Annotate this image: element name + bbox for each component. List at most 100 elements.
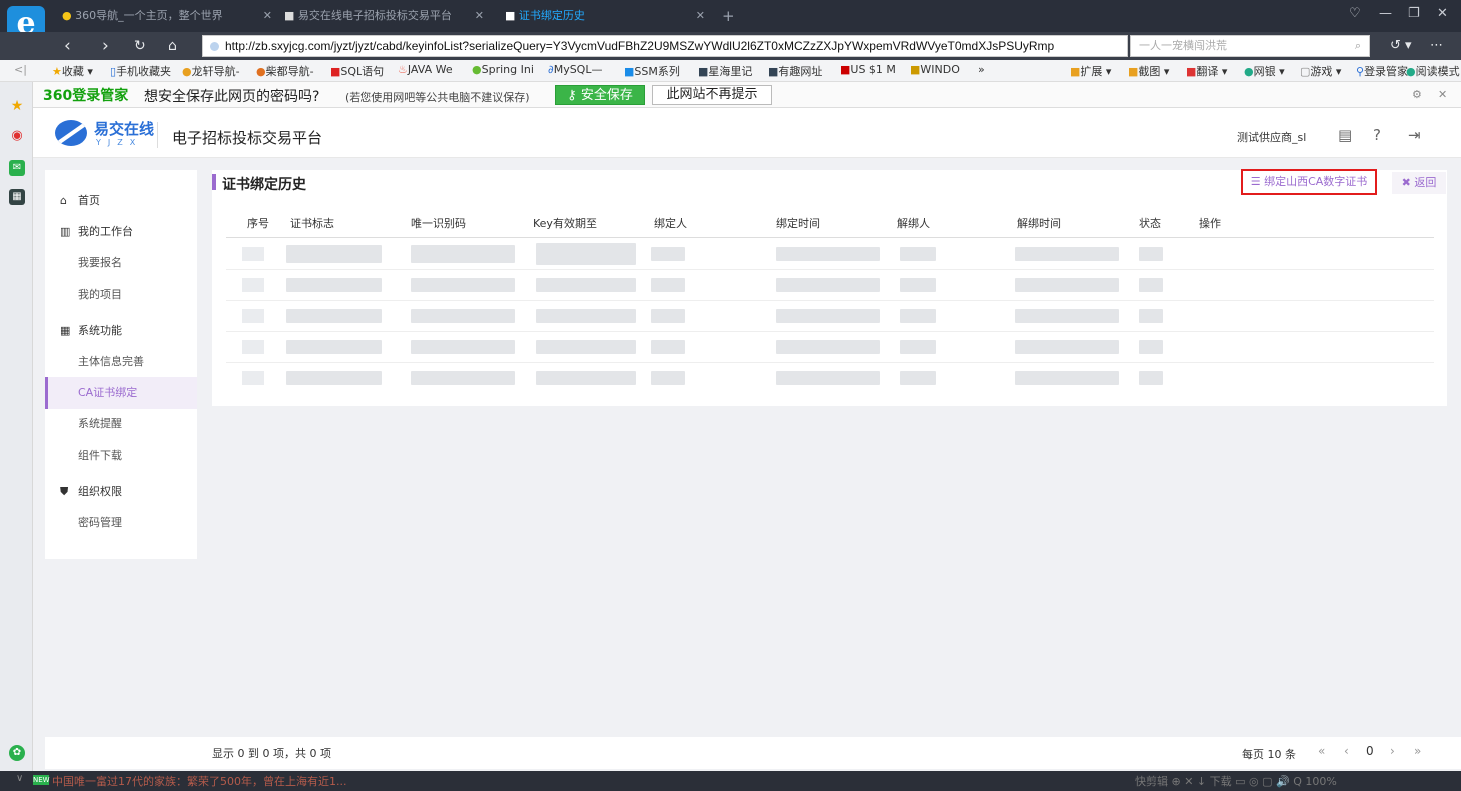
refresh-icon[interactable]: ↻ (134, 36, 146, 56)
sidebar-item-label: 首页 (78, 194, 100, 207)
toolbar-reading-mode[interactable]: ●阅读模式 (1406, 63, 1460, 79)
user-name[interactable]: 测试供应商_sl (1237, 129, 1306, 145)
col-unbind-time[interactable]: 解绑时间 (1017, 215, 1061, 231)
sidebar-section-workbench[interactable]: ▥ 我的工作台 (45, 216, 197, 248)
back-button[interactable]: ✖ 返回 (1392, 172, 1446, 194)
redacted-cell (900, 371, 936, 385)
bookmark-chaidu[interactable]: ●柴都导航- (256, 63, 314, 79)
sidebar-item-reminders[interactable]: 系统提醒 (45, 408, 197, 440)
close-window-icon[interactable]: ✕ (1437, 6, 1448, 21)
col-cert-flag[interactable]: 证书标志 (290, 215, 334, 231)
sidebar-item-entity-info[interactable]: 主体信息完善 (45, 346, 197, 378)
col-unbinder[interactable]: 解绑人 (897, 215, 930, 231)
sidebar-item-ca-binding[interactable]: CA证书绑定 (45, 377, 197, 409)
bookmark-sql[interactable]: ■SQL语句 (330, 63, 384, 79)
table-row (226, 332, 1434, 362)
toolbar-bank[interactable]: ●网银 ▾ (1244, 63, 1285, 79)
sidebar-item-label: 我的项目 (78, 288, 122, 301)
bookmark-label: 柴都导航- (265, 65, 314, 78)
bookmark-java[interactable]: ♨JAVA We (398, 63, 453, 76)
bookmark-mobile[interactable]: ▯手机收藏夹 (110, 63, 171, 79)
new-tab-icon[interactable]: + (722, 5, 735, 27)
sidebar-item-home[interactable]: ⌂ 首页 (45, 185, 197, 217)
status-tools[interactable]: 快剪辑 ⊕ ✕ ↓ 下载 ▭ ◎ ▢ 🔊 Q 100% (1135, 773, 1337, 789)
bookmark-xinghai[interactable]: ■星海里记 (698, 63, 752, 79)
col-index[interactable]: 序号 (247, 215, 269, 231)
col-key-expiry[interactable]: Key有效期至 (533, 215, 597, 231)
last-page-icon[interactable]: » (1414, 744, 1421, 758)
tab-favicon-icon: ■ (505, 9, 516, 22)
save-password-button[interactable]: ⚷ 安全保存 (555, 85, 645, 105)
back-icon[interactable]: ‹ (64, 36, 71, 56)
bind-ca-cert-button[interactable]: ☰ 绑定山西CA数字证书 (1241, 169, 1377, 195)
maximize-icon[interactable]: ❐ (1408, 6, 1420, 21)
search-input[interactable]: 一人一宠横闯洪荒 ⌕ (1130, 35, 1370, 57)
col-binder[interactable]: 绑定人 (654, 215, 687, 231)
bookmark-longxuan[interactable]: ●龙轩导航- (182, 63, 240, 79)
tab-360-nav[interactable]: ● 360导航_一个主页，整个世界 ✕ (62, 5, 272, 27)
toolbar-login-manager[interactable]: ⚲登录管家 (1356, 63, 1408, 79)
col-unique-id[interactable]: 唯一识别码 (411, 215, 466, 231)
message-icon[interactable]: ▤ (1338, 126, 1352, 144)
address-bar[interactable]: http://zb.sxyjcg.com/jyzt/jyzt/cabd/keyi… (202, 35, 1128, 57)
sidebar-item-my-projects[interactable]: 我的项目 (45, 279, 197, 311)
minimize-icon[interactable]: — (1379, 6, 1392, 21)
forward-icon[interactable]: › (102, 36, 109, 56)
bookmark-mysql[interactable]: ∂MySQL— (548, 63, 602, 76)
sidebar-item-downloads[interactable]: 组件下载 (45, 440, 197, 472)
bookmark-favorites[interactable]: ★收藏 ▾ (52, 63, 93, 79)
close-tab-icon[interactable]: ✕ (475, 5, 484, 27)
bookmark-label: WINDO (920, 63, 960, 76)
close-tab-icon[interactable]: ✕ (263, 5, 272, 27)
sidebar-section-org[interactable]: ⛊ 组织权限 (45, 476, 197, 508)
tab-yjzx[interactable]: ■ 易交在线电子招标投标交易平台 ✕ (284, 5, 484, 27)
toolbar-extensions[interactable]: ■扩展 ▾ (1070, 63, 1111, 79)
expand-icon[interactable]: ∨ (16, 773, 23, 784)
skin-icon[interactable]: ♡ (1349, 6, 1361, 21)
close-bar-icon[interactable]: ✕ (1438, 88, 1447, 101)
logout-icon[interactable]: ⇥ (1408, 126, 1421, 144)
toolbar-screenshot[interactable]: ■截图 ▾ (1128, 63, 1169, 79)
toolbar-label: 网银 (1253, 65, 1276, 78)
assistant-icon[interactable]: ✿ (9, 745, 25, 761)
current-page[interactable]: 0 (1366, 744, 1374, 758)
next-page-icon[interactable]: › (1390, 744, 1395, 758)
toolbar-translate[interactable]: ■翻译 ▾ (1186, 63, 1227, 79)
bookmark-windo[interactable]: ■WINDO (910, 63, 960, 76)
brand-logo-icon[interactable] (55, 120, 87, 146)
weibo-icon[interactable]: ◉ (9, 128, 25, 144)
bookmark-ssm[interactable]: ■SSM系列 (624, 63, 680, 79)
prev-page-icon[interactable]: ‹ (1344, 744, 1349, 758)
close-tab-icon[interactable]: ✕ (696, 5, 705, 27)
tab-cert-history[interactable]: ■ 证书绑定历史 ✕ (505, 5, 705, 27)
first-page-icon[interactable]: « (1318, 744, 1325, 758)
col-status[interactable]: 状态 (1139, 215, 1161, 231)
bookmark-more-icon[interactable]: » (978, 63, 985, 76)
bind-button-label: 绑定山西CA数字证书 (1264, 175, 1368, 188)
undo-icon[interactable]: ↺ ▾ (1390, 36, 1412, 56)
more-menu-icon[interactable]: ⋯ (1430, 36, 1443, 56)
sidebar-item-register[interactable]: 我要报名 (45, 247, 197, 279)
help-icon[interactable]: ? (1373, 126, 1381, 144)
mail-icon[interactable]: ✉ (9, 160, 25, 176)
settings-icon[interactable]: ⚙ (1412, 88, 1422, 101)
search-icon[interactable]: ⌕ (1355, 36, 1361, 56)
home-browser-icon[interactable]: ⌂ (168, 36, 177, 56)
news-ticker[interactable]: 中国唯一富过17代的家族：繁荣了500年，曾在上海有近1... (52, 773, 346, 789)
bookmark-us[interactable]: ■US $1 M (840, 63, 896, 76)
redacted-cell (776, 247, 880, 261)
sidebar-section-system[interactable]: ▦ 系统功能 (45, 315, 197, 347)
sidebar-item-label: 系统功能 (78, 324, 122, 337)
sidebar-item-password[interactable]: 密码管理 (45, 507, 197, 539)
never-prompt-button[interactable]: 此网站不再提示 (652, 85, 772, 105)
toolbar-label: 扩展 (1080, 65, 1103, 78)
col-bind-time[interactable]: 绑定时间 (776, 215, 820, 231)
bookmark-spring[interactable]: ●Spring Ini (472, 63, 534, 76)
sidebar-toggle-icon[interactable]: <| (14, 63, 27, 76)
bookmark-youqu[interactable]: ■有趣网址 (768, 63, 822, 79)
toolbar-games[interactable]: ▢游戏 ▾ (1300, 63, 1341, 79)
page-size-select[interactable]: 每页 10 条 (1242, 746, 1296, 762)
game-icon[interactable]: ▦ (9, 189, 25, 205)
col-actions[interactable]: 操作 (1199, 215, 1221, 231)
favorites-icon[interactable]: ★ (9, 98, 25, 114)
